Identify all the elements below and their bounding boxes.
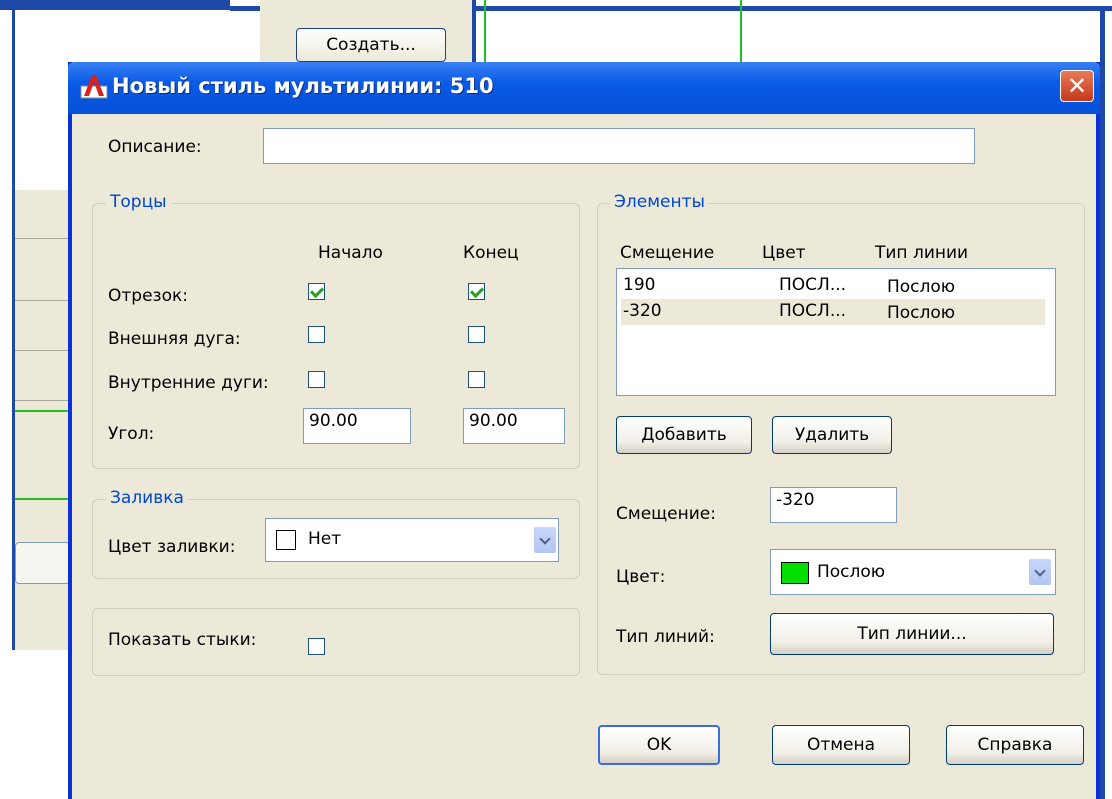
- divider: [15, 400, 68, 401]
- show-joints-label: Показать стыки:: [108, 630, 257, 650]
- column-header-offset: Смещение: [620, 243, 715, 263]
- caps-end-header: Конец: [463, 243, 519, 263]
- fill-color-select[interactable]: Нет: [265, 518, 559, 562]
- divider: [15, 300, 68, 301]
- create-button[interactable]: Создать...: [296, 28, 446, 62]
- drawing-line: [740, 0, 742, 62]
- elements-list[interactable]: 190 ПОСЛ... Послою -320 ПОСЛ... Послою: [616, 268, 1056, 396]
- cap-angle-label: Угол:: [108, 424, 155, 444]
- cancel-button[interactable]: Отмена: [772, 725, 910, 765]
- cap-line-label: Отрезок:: [108, 286, 188, 306]
- column-header-linetype: Тип линии: [875, 243, 969, 263]
- fill-legend: Заливка: [106, 488, 188, 508]
- element-color: ПОСЛ...: [779, 301, 847, 321]
- elements-legend: Элементы: [610, 192, 709, 212]
- element-offset: -320: [623, 301, 662, 321]
- element-linetype: Послою: [887, 277, 956, 297]
- background-button[interactable]: [15, 542, 70, 584]
- list-item[interactable]: 190 ПОСЛ... Послою: [621, 273, 1045, 297]
- element-offset-input[interactable]: -320: [770, 487, 897, 523]
- fill-color-value: Нет: [308, 529, 342, 549]
- autocad-app-icon: [80, 72, 108, 100]
- drawing-line: [15, 410, 68, 412]
- add-element-button[interactable]: Добавить: [616, 416, 752, 454]
- show-joints-checkbox[interactable]: [308, 638, 325, 655]
- list-item-selected[interactable]: -320 ПОСЛ... Послою: [621, 299, 1045, 325]
- cap-outer-arc-start-checkbox[interactable]: [308, 326, 325, 343]
- cap-inner-arcs-end-checkbox[interactable]: [468, 371, 485, 388]
- chevron-down-icon[interactable]: [1029, 559, 1051, 585]
- caps-start-header: Начало: [318, 243, 383, 263]
- column-header-color: Цвет: [762, 243, 806, 263]
- fill-color-swatch: [276, 530, 296, 550]
- cap-inner-arcs-start-checkbox[interactable]: [308, 371, 325, 388]
- cap-inner-arcs-label: Внутренние дуги:: [108, 373, 269, 393]
- ok-button[interactable]: OK: [598, 725, 720, 765]
- cap-angle-start-input[interactable]: 90.00: [303, 408, 411, 444]
- element-color-label: Цвет:: [616, 567, 666, 587]
- divider: [15, 350, 68, 351]
- description-input[interactable]: [263, 128, 975, 164]
- cap-line-start-checkbox[interactable]: [308, 283, 325, 300]
- cap-outer-arc-label: Внешняя дуга:: [108, 329, 241, 349]
- element-linetype: Послою: [887, 303, 956, 323]
- cap-outer-arc-end-checkbox[interactable]: [468, 326, 485, 343]
- chevron-down-icon[interactable]: [534, 527, 556, 553]
- background-window-titlebar: [0, 0, 230, 10]
- cap-angle-end-input[interactable]: 90.00: [463, 408, 565, 444]
- fill-color-label: Цвет заливки:: [108, 537, 236, 557]
- description-label: Описание:: [108, 137, 202, 157]
- dialog-title: Новый стиль мультилинии: 510: [112, 74, 494, 98]
- close-button[interactable]: ✕: [1060, 70, 1094, 102]
- element-color-select[interactable]: Послою: [770, 549, 1056, 595]
- element-color-swatch: [781, 562, 809, 584]
- element-offset-label: Смещение:: [616, 504, 716, 524]
- linetype-button[interactable]: Тип линии...: [770, 613, 1054, 655]
- cap-line-end-checkbox[interactable]: [468, 283, 485, 300]
- drawing-line: [484, 0, 486, 62]
- background-panel-border: [472, 0, 476, 62]
- caps-legend: Торцы: [106, 192, 171, 212]
- element-offset: 190: [623, 275, 656, 295]
- delete-element-button[interactable]: Удалить: [772, 416, 892, 454]
- drawing-line: [15, 498, 68, 500]
- element-color: ПОСЛ...: [779, 275, 847, 295]
- divider: [15, 238, 68, 239]
- element-linetype-label: Тип линий:: [616, 627, 715, 647]
- element-color-value: Послою: [817, 562, 886, 582]
- background-window-border-right: [1100, 6, 1105, 799]
- help-button[interactable]: Справка: [946, 725, 1084, 765]
